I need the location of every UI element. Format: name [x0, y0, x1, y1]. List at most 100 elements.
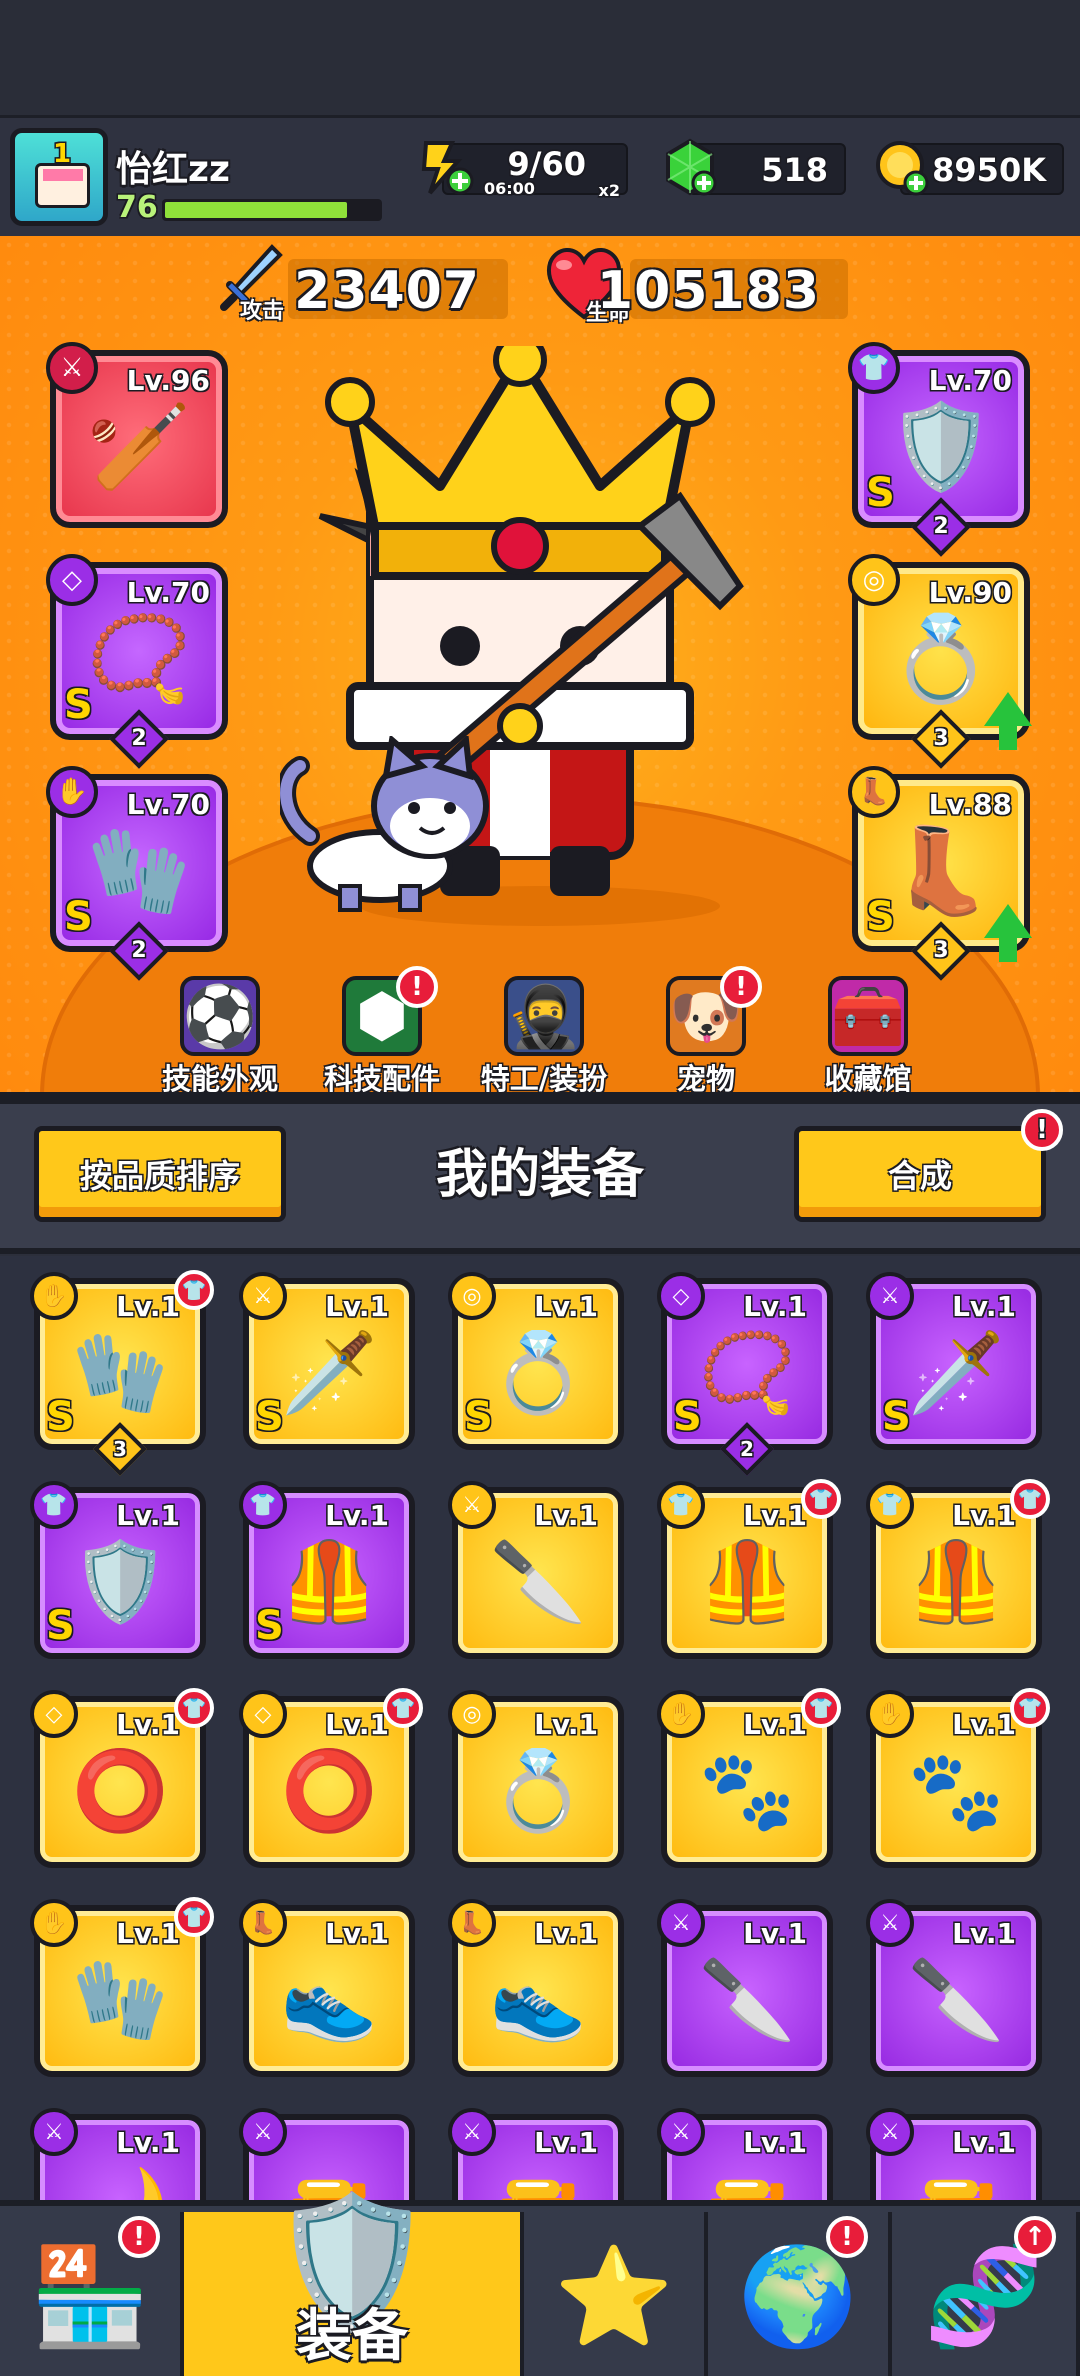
menu-item-tech-parts[interactable]: ⬢! 科技配件: [302, 966, 462, 1096]
item-icon: 🔪: [907, 1955, 1005, 2046]
item-level: Lv.1: [534, 1290, 598, 1323]
item-level: Lv.1: [534, 2126, 598, 2159]
inventory-item[interactable]: ◇ ⭕ Lv.1 👕: [30, 1688, 214, 1868]
category-icon: ⚔: [657, 2108, 705, 2156]
item-level: Lv.1: [325, 1708, 389, 1741]
hero-panel: 攻击 23407 生命 105183 ⚽ 技能外观 ⬢ ! 科技配件 🥷 特工/…: [0, 236, 1080, 1096]
player-avatar[interactable]: 1: [10, 128, 108, 226]
star-count: 3: [113, 1437, 127, 1461]
inventory-grid: ✋ 🧤 Lv.1 S 3 👕 ⚔ 🗡️ Lv.1 S ◎ 💍 Lv.1 S ◇ 📿 Lv.1 S 2 ⚔ 🗡️ Lv.1 S…: [0, 1256, 1080, 2206]
category-icon: 👕: [30, 1481, 78, 1529]
gloves-category-icon: ✋: [46, 766, 98, 818]
inventory-item[interactable]: ✋ 🐾 Lv.1 👕: [657, 1688, 841, 1868]
nav-tab-equipment[interactable]: 🛡️ 装备: [184, 2187, 524, 2376]
gem-counter[interactable]: 518: [666, 138, 846, 196]
notice-badge: !: [118, 2216, 160, 2258]
equipped-necklace-slot[interactable]: ◇ 📿 Lv.70 S 2: [46, 554, 228, 769]
equipped-boots-slot[interactable]: 👢 👢 Lv.88 S 3: [848, 766, 1032, 981]
attack-label: 攻击: [240, 299, 285, 324]
player-name: 怡红zz: [116, 149, 230, 190]
item-level: Lv.1: [743, 1708, 807, 1741]
inventory-item[interactable]: ⚔ 🔪 Lv.1: [448, 1481, 624, 1659]
inventory-item[interactable]: ⚔🌙Lv.1: [30, 2108, 206, 2206]
item-icon: ⭕: [71, 1746, 169, 1837]
energy-counter[interactable]: 9/60 06:00 x2: [421, 141, 628, 200]
menu-item-pet[interactable]: 🐶! 宠物: [626, 966, 786, 1096]
coin-value: 8950K: [932, 151, 1046, 189]
category-icon: ⚔: [866, 2108, 914, 2156]
belt-category-icon: ◎: [848, 554, 900, 606]
inventory-item[interactable]: ✋ 🧤 Lv.1 S 3 👕: [30, 1270, 214, 1476]
item-level: Lv.1: [534, 1708, 598, 1741]
category-icon: 👕: [239, 1481, 287, 1529]
inventory-item[interactable]: 👕 🦺 Lv.1 S: [239, 1481, 415, 1659]
item-level: Lv.88: [928, 788, 1012, 821]
inventory-item[interactable]: 👕 🛡️ Lv.1 S: [30, 1481, 206, 1659]
nav-tab-world[interactable]: 🌍!: [708, 2212, 892, 2376]
item-icon: 💍: [489, 1328, 587, 1419]
notice-badge: !: [826, 2216, 868, 2258]
item-level: Lv.96: [126, 364, 210, 397]
equipped-armor-slot[interactable]: 👕 🛡️ Lv.70 S 2: [848, 342, 1030, 557]
item-icon: ⭕: [280, 1746, 378, 1837]
star-count: 2: [740, 1437, 754, 1461]
item-level: Lv.1: [325, 1499, 389, 1532]
new-item-icon: 👕: [1010, 1479, 1050, 1519]
boots-category-icon: 👢: [848, 766, 900, 818]
menu-item-agent-costume[interactable]: 🥷 特工/装扮: [464, 976, 624, 1096]
necklace-category-icon: ◇: [46, 554, 98, 606]
equipped-belt-slot[interactable]: ◎ 💍 Lv.90 3: [848, 554, 1032, 769]
category-icon: 👢: [239, 1899, 287, 1947]
energy-value: 9/60: [507, 145, 586, 183]
inventory-item[interactable]: ✋ 🐾 Lv.1 👕: [866, 1688, 1050, 1868]
item-level: Lv.70: [126, 576, 210, 609]
category-icon: ◎: [448, 1272, 496, 1320]
energy-multiplier: x2: [598, 181, 620, 200]
inventory-item[interactable]: ⚔🔫Lv.1: [448, 2108, 624, 2206]
equipped-weapon-slot[interactable]: ⚔ 🏏 Lv.96: [46, 342, 228, 528]
menu-item-collection[interactable]: 🧰 收藏馆: [788, 976, 948, 1096]
inventory-item[interactable]: ◎ 💍 Lv.1 S: [448, 1272, 624, 1450]
item-icon: 🦺: [698, 1537, 796, 1628]
divider: [0, 1092, 1080, 1104]
merge-button[interactable]: 合成 !: [794, 1109, 1063, 1222]
grade-badge: S: [255, 1603, 284, 1649]
item-icon: 📿: [698, 1328, 796, 1419]
inventory-item[interactable]: ⚔ 🗡️ Lv.1 S: [866, 1272, 1042, 1450]
menu-item-skill-skin[interactable]: ⚽ 技能外观: [140, 976, 300, 1096]
nav-tab-talent[interactable]: ⭐: [524, 2212, 708, 2376]
coin-counter[interactable]: 8950K: [876, 141, 1064, 196]
inventory-item[interactable]: ⚔🔫Lv.1: [866, 2108, 1042, 2206]
inventory-item[interactable]: ⚔ 🔪 Lv.1: [657, 1899, 833, 2077]
category-icon: ◎: [448, 1690, 496, 1738]
inventory-item[interactable]: ⚔🔫Lv.1: [657, 2108, 833, 2206]
new-item-icon: 👕: [801, 1688, 841, 1728]
weapon-item-icon: 🏏: [86, 397, 192, 496]
inventory-item[interactable]: ◇ ⭕ Lv.1 👕: [239, 1688, 423, 1868]
inventory-item[interactable]: ⚔ 🗡️ Lv.1 S: [239, 1272, 415, 1450]
category-icon: ⚔: [657, 1899, 705, 1947]
item-icon: 🦺: [280, 1537, 378, 1628]
item-level: Lv.1: [743, 1499, 807, 1532]
item-level: Lv.1: [534, 1917, 598, 1950]
menu-label: 宠物: [676, 1062, 735, 1096]
item-level: Lv.1: [743, 1917, 807, 1950]
inventory-item[interactable]: ⚔ 🔪 Lv.1: [866, 1899, 1042, 2077]
inventory-item[interactable]: ◇ 📿 Lv.1 S 2: [657, 1272, 833, 1476]
menu-label: 收藏馆: [824, 1062, 912, 1096]
inventory-item[interactable]: ◎ 💍 Lv.1: [448, 1690, 624, 1868]
inventory-item[interactable]: 👕 🦺 Lv.1 👕: [657, 1479, 841, 1659]
inventory-item[interactable]: 👕 🦺 Lv.1 👕: [866, 1479, 1050, 1659]
collection-icon: 🧰: [828, 976, 908, 1056]
nav-tab-evolve[interactable]: 🧬 ↑: [892, 2212, 1080, 2376]
inventory-item[interactable]: ✋ 🧤 Lv.1 👕: [30, 1897, 214, 2077]
nav-tab-shop[interactable]: 🏪!: [0, 2212, 184, 2376]
item-icon: 🐾: [907, 1746, 1005, 1837]
pet-cat[interactable]: [280, 736, 500, 916]
inventory-item[interactable]: 👢 👟 Lv.1: [448, 1899, 624, 2077]
equipped-gloves-slot[interactable]: ✋ 🧤 Lv.70 S 2: [46, 766, 228, 981]
item-level: Lv.1: [743, 2126, 807, 2159]
coin-icon: [876, 141, 929, 196]
item-icon: 💍: [489, 1746, 587, 1837]
inventory-item[interactable]: 👢 👟 Lv.1: [239, 1899, 415, 2077]
